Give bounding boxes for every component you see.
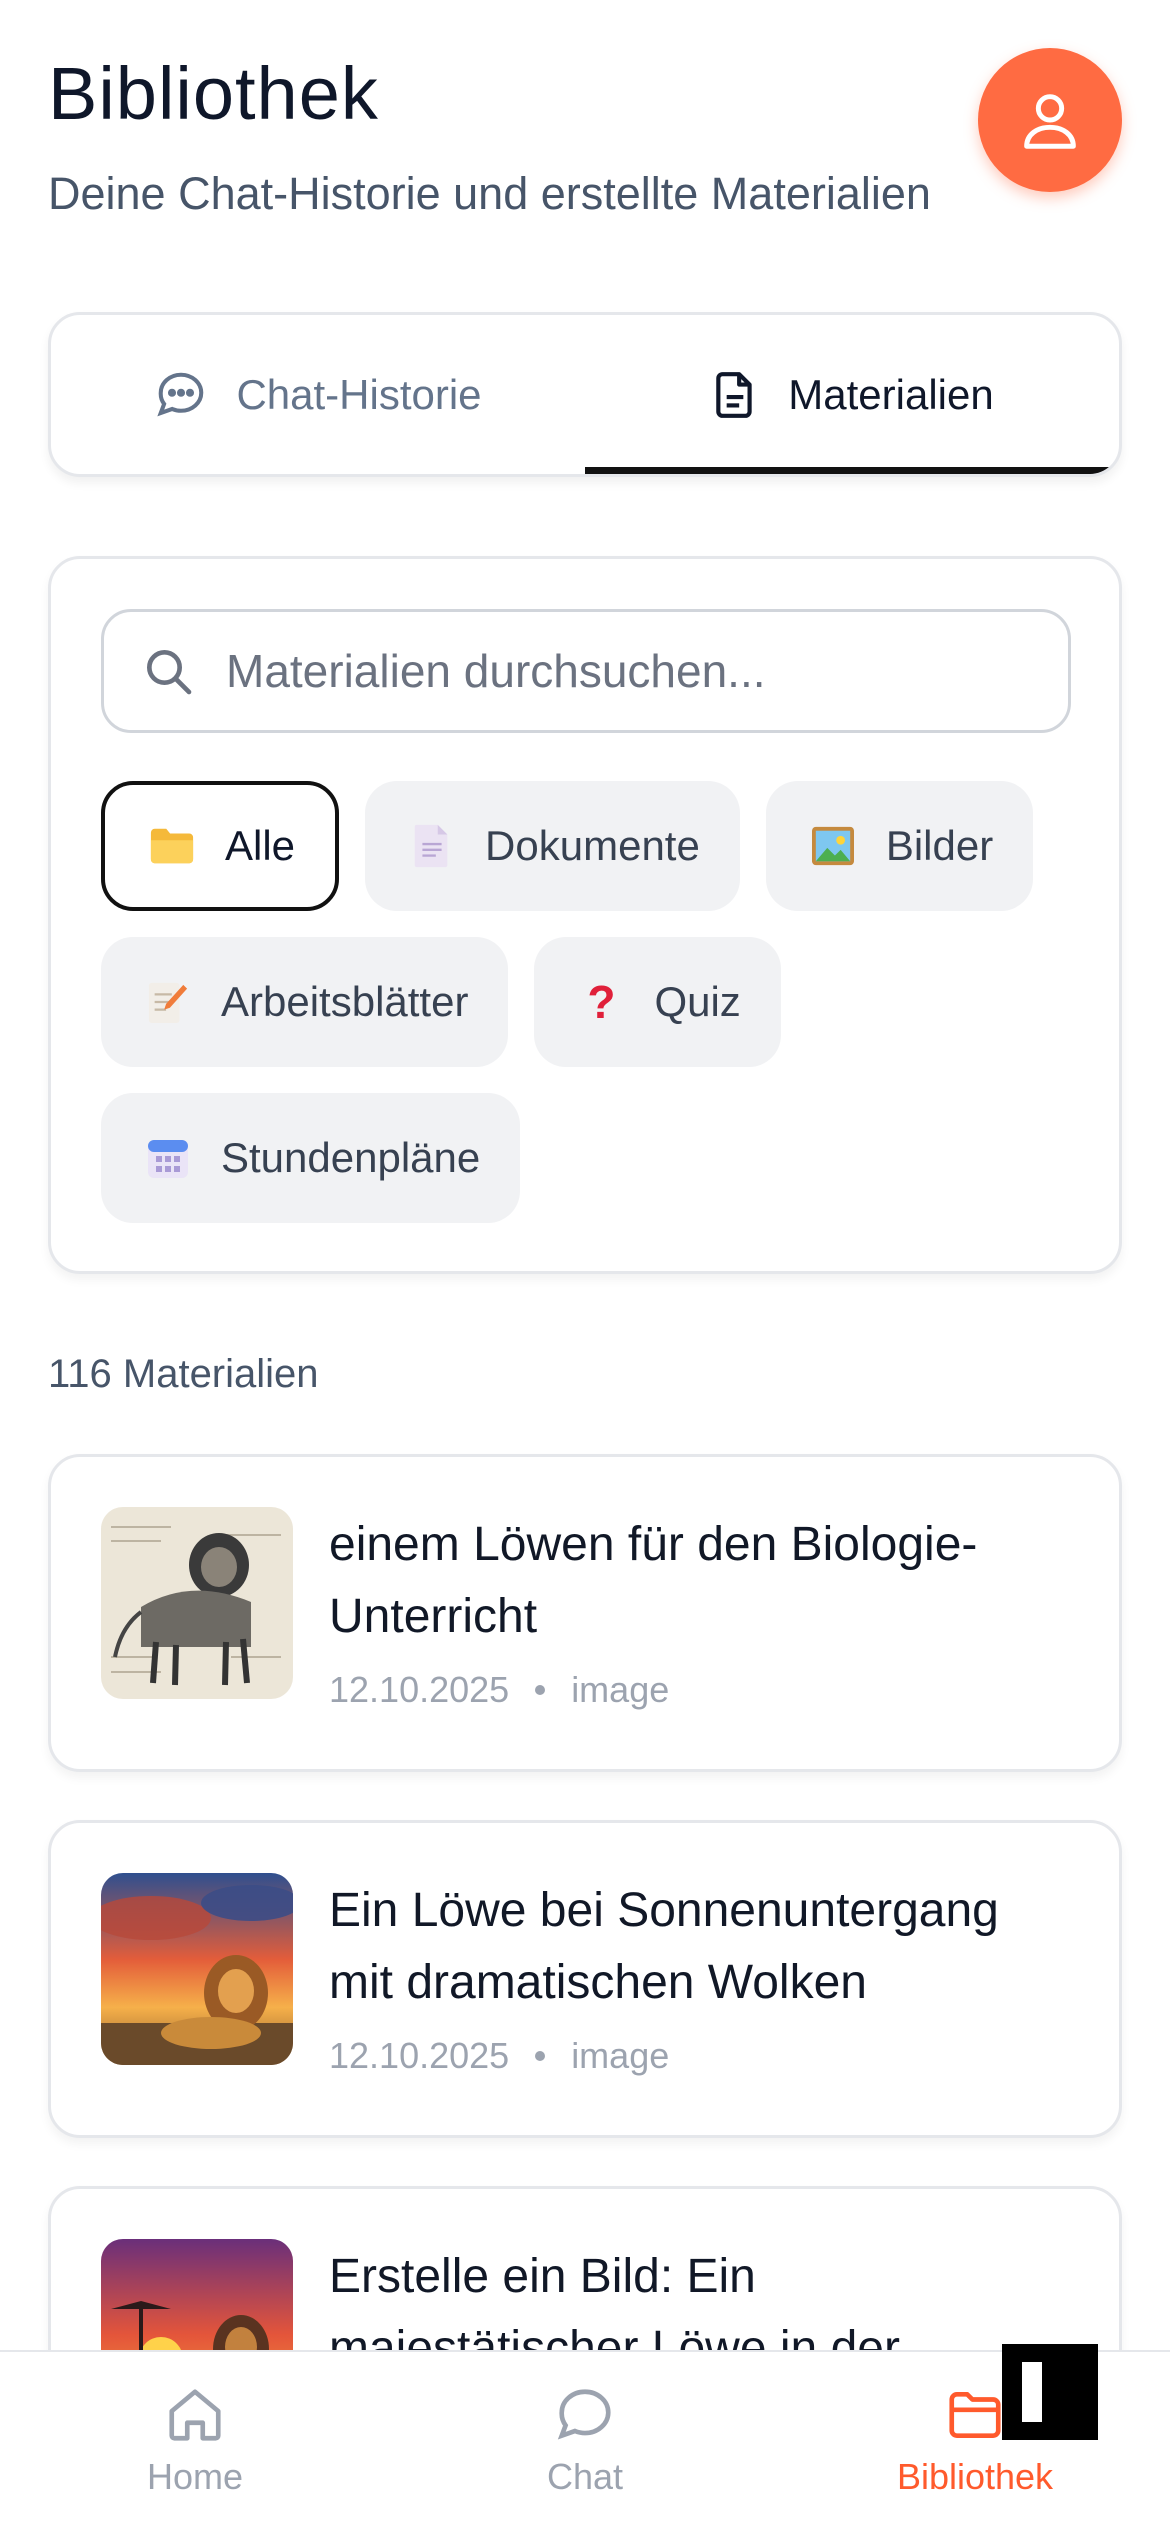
search-placeholder: Materialien durchsuchen...	[226, 645, 766, 697]
profile-button[interactable]	[978, 48, 1122, 192]
page-header: Bibliothek Deine Chat-Historie und erste…	[48, 48, 1122, 224]
material-thumbnail	[101, 1507, 293, 1699]
page-title: Bibliothek	[48, 52, 379, 135]
folder-icon	[949, 2392, 1001, 2438]
filter-chip-worksheets[interactable]: Arbeitsblätter	[101, 937, 509, 1067]
folder-icon	[149, 823, 195, 869]
separator-dot	[535, 2051, 546, 2061]
material-date: 12.10.2025	[329, 2035, 510, 2076]
nav-label: Bibliothek	[896, 2456, 1054, 2497]
chat-icon	[557, 2389, 611, 2440]
separator-dot	[535, 1685, 546, 1695]
chip-label: Quiz	[654, 978, 741, 1025]
tab-bar: Chat-Historie Materialien	[48, 312, 1122, 477]
picture-icon	[810, 823, 856, 869]
material-thumbnail	[101, 1873, 293, 2065]
search-input[interactable]: Materialien durchsuchen...	[101, 609, 1071, 733]
chip-label: Dokumente	[485, 822, 700, 869]
memo-icon	[145, 979, 191, 1025]
question-mark-icon: ?	[587, 976, 616, 1028]
search-icon	[147, 650, 192, 695]
tab-label: Chat-Historie	[236, 370, 482, 418]
chip-label: Bilder	[885, 822, 994, 869]
tab-chat-history[interactable]: Chat-Historie	[51, 315, 585, 474]
material-type: image	[571, 2035, 670, 2076]
tab-label: Materialien	[788, 370, 994, 418]
handle-bar	[1022, 2362, 1042, 2422]
user-icon	[1024, 94, 1076, 149]
material-title: Ein Löwe bei Sonnenuntergang mit dramati…	[329, 1884, 999, 2009]
tab-materials[interactable]: Materialien	[585, 315, 1119, 474]
nav-library[interactable]: Bibliothek	[780, 2352, 1170, 2532]
material-card[interactable]: Ein Löwe bei Sonnenuntergang mit dramati…	[48, 1820, 1122, 2138]
calendar-icon	[145, 1135, 191, 1181]
nav-chat[interactable]: Chat	[390, 2352, 780, 2532]
materials-count: 116 Materialien	[48, 1352, 319, 1396]
filter-chip-documents[interactable]: Dokumente	[365, 781, 740, 911]
chip-label: Arbeitsblätter	[221, 978, 469, 1025]
material-meta: 12.10.2025 image	[329, 1669, 669, 1711]
filter-chip-schedules[interactable]: Stundenpläne	[101, 1093, 521, 1223]
chat-bubble-icon	[157, 372, 204, 416]
filter-chips: Alle Dokumente Bilder Arbeitsblätter ? Q…	[101, 781, 1081, 1249]
material-meta: 12.10.2025 image	[329, 2035, 669, 2077]
filter-chip-images[interactable]: Bilder	[765, 781, 1034, 911]
nav-label: Home	[146, 2456, 244, 2497]
bottom-navigation: Home Chat Bibliothek	[0, 2350, 1170, 2532]
nav-label: Chat	[546, 2456, 624, 2497]
page-icon	[409, 823, 455, 869]
filter-panel: Materialien durchsuchen... Alle Dokument…	[48, 556, 1122, 1274]
chip-label: Alle	[225, 822, 296, 869]
document-icon	[716, 371, 752, 418]
page-subtitle: Deine Chat-Historie und erstellte Materi…	[48, 168, 931, 219]
material-title: einem Löwen für den Biologie-Unterricht	[329, 1518, 978, 1643]
overlay-handle[interactable]	[1002, 2344, 1098, 2440]
material-type: image	[571, 1669, 670, 1710]
nav-home[interactable]: Home	[0, 2352, 390, 2532]
home-icon	[169, 2389, 221, 2441]
material-date: 12.10.2025	[329, 1669, 510, 1710]
filter-chip-quiz[interactable]: ? Quiz	[534, 937, 781, 1067]
chip-label: Stundenpläne	[221, 1134, 481, 1181]
material-card[interactable]: einem Löwen für den Biologie-Unterricht …	[48, 1454, 1122, 1772]
filter-chip-all[interactable]: Alle	[101, 781, 340, 911]
